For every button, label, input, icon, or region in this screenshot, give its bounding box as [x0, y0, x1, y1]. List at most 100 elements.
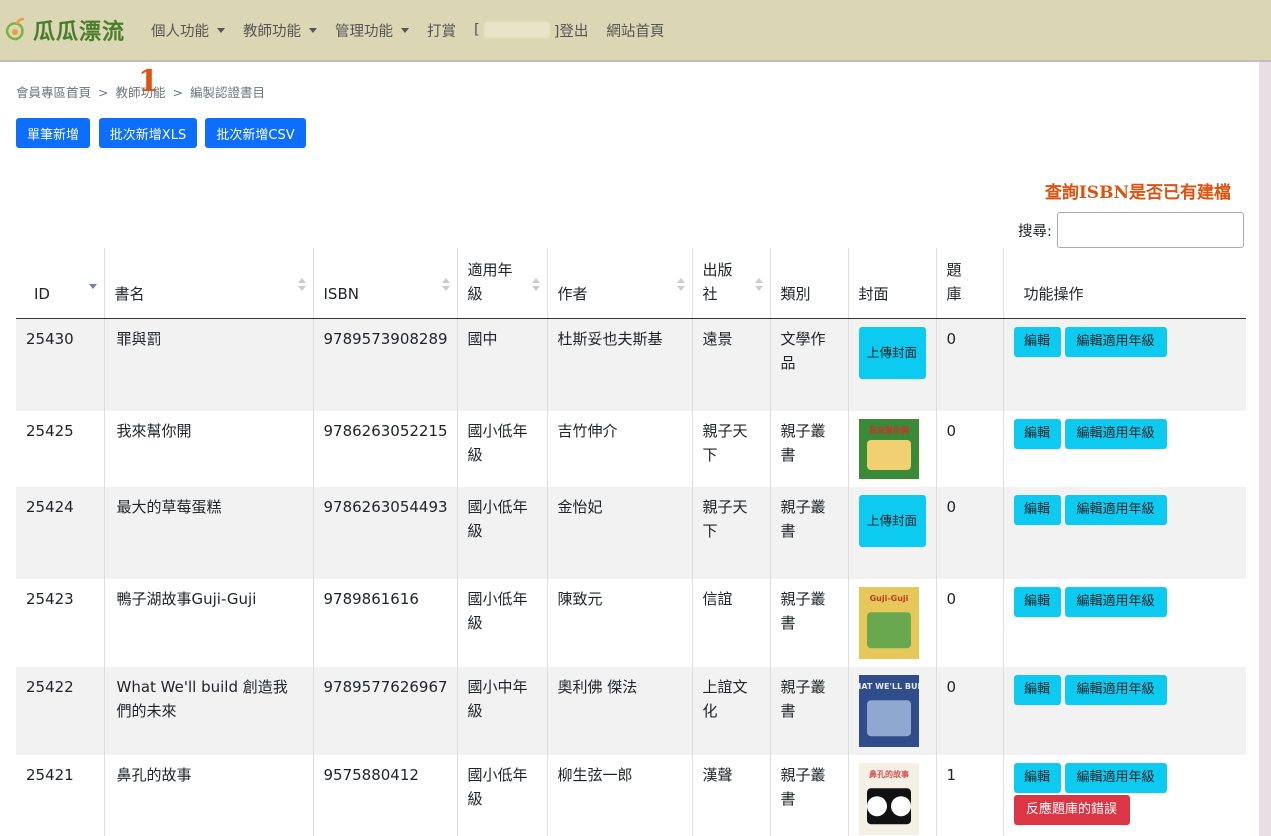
cell-author: 奧利佛 傑法 [546, 666, 692, 755]
sort-icon [531, 278, 540, 292]
table-row: 25425 我來幫你開 9786263052215 國小低年級 吉竹伸介 親子天下 親子叢書… [16, 410, 1246, 487]
blurred-username [483, 22, 550, 38]
annotation-marker: 1 [138, 64, 159, 99]
column-header-publisher[interactable]: 出版社 [691, 248, 770, 319]
cell-actions: 編輯 編輯適用年級 [1002, 666, 1246, 755]
cell-isbn: 9575880412 [312, 754, 457, 836]
breadcrumb-member-home[interactable]: 會員專區首頁 [16, 85, 91, 100]
caret-down-icon [401, 27, 410, 33]
column-header-isbn[interactable]: ISBN [312, 248, 457, 319]
cell-category: 親子叢書 [769, 486, 848, 579]
cell-grade: 國小低年級 [456, 486, 547, 579]
cell-quiz: 0 [935, 486, 1003, 579]
book-cover-image: Guji-Guji [858, 586, 919, 659]
column-header-title[interactable]: 書名 [103, 248, 313, 319]
cell-quiz: 0 [935, 666, 1003, 755]
batch-add-csv-button[interactable]: 批次新增CSV [205, 118, 306, 148]
cell-author: 吉竹伸介 [546, 410, 692, 487]
main-content: 會員專區首頁 > 教師功能 > 編製認證書目 1 單筆新增 批次新增XLS 批次新增CS… [0, 62, 1259, 836]
table-row: 25422 What We'll build 創造我們的未來 97895776269… [16, 666, 1246, 755]
cover-title-text: WHAT WE'LL BUILD [859, 682, 919, 691]
edit-button[interactable]: 編輯 [1013, 586, 1061, 617]
cell-actions: 編輯 編輯適用年級 [1002, 486, 1246, 579]
cover-title-text: Guji-Guji [869, 594, 908, 603]
nav-user-logout[interactable]: [ ]登出 [474, 20, 588, 41]
table-header-row: ID 書名 ISBN 適用年級 作者 出版社 類別 封面 題庫 功能操作 [16, 248, 1246, 319]
cell-actions: 編輯 編輯適用年級 反應題庫的錯誤 [1002, 754, 1246, 836]
table-row: 25423 鴨子湖故事Guji-Guji 9789861616 國小低年級 陳致元 信誼親… [16, 578, 1246, 667]
cell-title: What We'll build 創造我們的未來 [103, 666, 313, 755]
bracket-open: [ [474, 22, 480, 38]
cell-isbn: 9789577626967 [312, 666, 457, 755]
cell-author: 柳生弦一郎 [546, 754, 692, 836]
batch-add-xls-button[interactable]: 批次新增XLS [99, 118, 197, 148]
nav-admin-dropdown[interactable]: 管理功能 [335, 20, 410, 41]
cover-title-text: 我來幫你開 [869, 425, 909, 435]
cell-cover: Guji-Guji [847, 578, 936, 667]
breadcrumb-current: 編製認證書目 [190, 85, 266, 100]
edit-button[interactable]: 編輯 [1013, 418, 1061, 449]
cell-grade: 國小中年級 [456, 666, 547, 755]
cell-isbn: 9786263052215 [312, 410, 457, 487]
breadcrumb-separator: > [172, 85, 183, 100]
cell-grade: 國小低年級 [456, 410, 547, 487]
nav-teacher-label: 教師功能 [243, 23, 302, 40]
cell-id: 25425 [26, 421, 74, 440]
column-header-actions: 功能操作 [1002, 248, 1246, 319]
edit-grade-button[interactable]: 編輯適用年級 [1064, 586, 1167, 617]
column-header-grade[interactable]: 適用年級 [456, 248, 547, 319]
cell-publisher: 漢聲 [691, 754, 770, 836]
brand[interactable]: 瓜瓜漂流 [2, 14, 125, 46]
cell-title: 罪與罰 [103, 318, 313, 411]
nav-personal-dropdown[interactable]: 個人功能 [151, 20, 226, 41]
books-table: ID 書名 ISBN 適用年級 作者 出版社 類別 封面 題庫 功能操作 254… [16, 248, 1246, 836]
edit-button[interactable]: 編輯 [1013, 494, 1061, 525]
cell-cover: 我來幫你開 [847, 410, 936, 487]
column-header-quiz[interactable]: 題庫 [935, 248, 1003, 319]
edit-grade-button[interactable]: 編輯適用年級 [1064, 762, 1167, 793]
caret-down-icon [217, 27, 226, 33]
cover-illustration [866, 611, 911, 648]
book-cover-image: 鼻孔的故事 [858, 762, 919, 835]
nav-tip-link[interactable]: 打賞 [427, 20, 456, 41]
edit-grade-button[interactable]: 編輯適用年級 [1064, 674, 1167, 705]
cell-id: 25423 [26, 589, 74, 608]
edit-button[interactable]: 編輯 [1013, 674, 1061, 705]
nav-teacher-dropdown[interactable]: 教師功能 [243, 20, 318, 41]
cell-grade: 國小低年級 [456, 754, 547, 836]
sort-icon [676, 278, 685, 292]
column-header-cover[interactable]: 封面 [847, 248, 936, 319]
column-header-id[interactable]: ID [16, 248, 104, 319]
edit-grade-button[interactable]: 編輯適用年級 [1064, 418, 1167, 449]
edit-button[interactable]: 編輯 [1013, 327, 1061, 357]
nav-personal-label: 個人功能 [151, 23, 210, 40]
cell-grade: 國中 [456, 318, 547, 411]
cell-isbn: 9786263054493 [312, 486, 457, 579]
table-row: 25430 罪與罰 9789573908289 國中 杜斯妥也夫斯基 遠景 文學作品 上傳封面… [16, 318, 1246, 411]
column-header-author[interactable]: 作者 [546, 248, 692, 319]
search-input[interactable] [1057, 212, 1244, 248]
upload-cover-button[interactable]: 上傳封面 [858, 327, 926, 379]
cell-cover: 上傳封面 [847, 486, 936, 579]
report-quiz-error-button[interactable]: 反應題庫的錯誤 [1013, 794, 1130, 825]
page-scrollbar[interactable] [1259, 62, 1271, 836]
column-header-category[interactable]: 類別 [769, 248, 848, 319]
upload-cover-button[interactable]: 上傳封面 [858, 494, 926, 547]
cell-publisher: 上誼文化 [691, 666, 770, 755]
cell-isbn: 9789573908289 [312, 318, 457, 411]
logout-link[interactable]: ]登出 [554, 20, 589, 41]
cell-actions: 編輯 編輯適用年級 [1002, 578, 1246, 667]
cell-cover: 鼻孔的故事 [847, 754, 936, 836]
edit-grade-button[interactable]: 編輯適用年級 [1064, 327, 1167, 357]
cell-quiz: 0 [935, 410, 1003, 487]
edit-grade-button[interactable]: 編輯適用年級 [1064, 494, 1167, 525]
cell-category: 親子叢書 [769, 410, 848, 487]
nav-home-link[interactable]: 網站首頁 [606, 20, 664, 41]
edit-button[interactable]: 編輯 [1013, 762, 1061, 793]
brand-name: 瓜瓜漂流 [33, 20, 126, 45]
cell-title: 鴨子湖故事Guji-Guji [103, 578, 313, 667]
sort-desc-icon [88, 278, 97, 292]
table-body: 25430 罪與罰 9789573908289 國中 杜斯妥也夫斯基 遠景 文學作品 上傳封面… [16, 318, 1246, 836]
cell-publisher: 遠景 [691, 318, 770, 411]
single-add-button[interactable]: 單筆新增 [16, 118, 90, 148]
